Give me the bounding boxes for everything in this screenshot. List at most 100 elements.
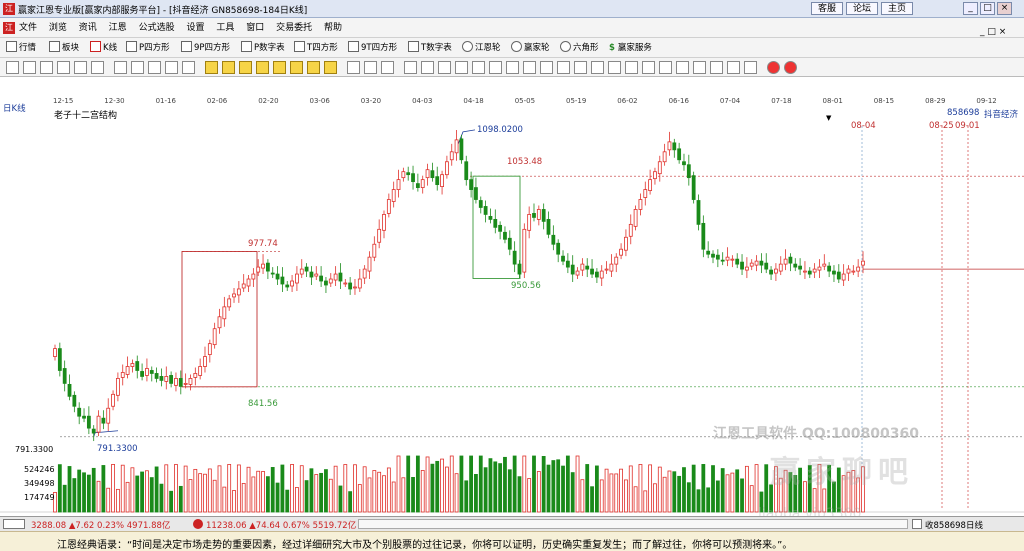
menu-settings[interactable]: 设置 bbox=[186, 18, 204, 38]
cross-tool-icon[interactable] bbox=[74, 61, 87, 74]
chart-icon[interactable] bbox=[523, 61, 536, 74]
tool-t-number-label: T数字表 bbox=[421, 43, 452, 53]
minimize-button[interactable]: _ bbox=[963, 2, 978, 15]
chart-icon[interactable] bbox=[591, 61, 604, 74]
chart-icon[interactable] bbox=[710, 61, 723, 74]
tool-quote[interactable]: 行情 bbox=[6, 41, 36, 55]
line-tool-icon[interactable] bbox=[23, 61, 36, 74]
winner-wheel-icon bbox=[511, 41, 522, 52]
diamond-icon[interactable] bbox=[290, 61, 303, 74]
candle-down bbox=[469, 179, 473, 190]
maximize-button[interactable]: □ bbox=[980, 2, 995, 15]
chart-icon[interactable] bbox=[659, 61, 672, 74]
menu-browse[interactable]: 浏览 bbox=[49, 18, 67, 38]
volume-bar bbox=[628, 465, 633, 513]
tool-service[interactable]: $ 赢家服务 bbox=[609, 41, 652, 55]
candle-up bbox=[372, 243, 377, 258]
diamond-icon[interactable] bbox=[324, 61, 337, 74]
volume-bar bbox=[614, 473, 619, 513]
volume-bar bbox=[111, 464, 115, 513]
menu-info[interactable]: 资讯 bbox=[79, 18, 97, 38]
tool-winner-wheel[interactable]: 赢家轮 bbox=[511, 41, 550, 55]
chart-icon[interactable] bbox=[625, 61, 638, 74]
tool-p-square[interactable]: P四方形 bbox=[126, 41, 170, 55]
close-button[interactable]: × bbox=[997, 2, 1012, 15]
fan-tool-icon[interactable] bbox=[57, 61, 70, 74]
chart-icon[interactable] bbox=[744, 61, 757, 74]
candle-down bbox=[57, 348, 62, 371]
vol-axis-1: 524246 bbox=[24, 465, 55, 474]
chart-icon[interactable] bbox=[676, 61, 689, 74]
color-icon[interactable] bbox=[784, 61, 797, 74]
plus-icon[interactable] bbox=[364, 61, 377, 74]
chart-icon[interactable] bbox=[574, 61, 587, 74]
chart-icon[interactable] bbox=[455, 61, 468, 74]
candle-down bbox=[72, 394, 77, 407]
menu-help[interactable]: 帮助 bbox=[324, 18, 342, 38]
tool-hexagon[interactable]: 六角形 bbox=[560, 41, 599, 55]
nav-button-home[interactable]: 主页 bbox=[881, 2, 914, 15]
arrow-left-icon[interactable] bbox=[131, 61, 144, 74]
tool-gann-wheel[interactable]: 江恩轮 bbox=[462, 41, 501, 55]
nav-button-kefu[interactable]: 客服 bbox=[811, 2, 844, 15]
candle-up bbox=[328, 278, 333, 284]
draw-tool-icon[interactable] bbox=[6, 61, 19, 74]
tool-p-number[interactable]: P数字表 bbox=[241, 41, 285, 55]
window-title: 赢家江恩专业版[赢家内部服务平台] - [抖音经济 GN858698-184日K… bbox=[18, 6, 308, 16]
menu-tools[interactable]: 工具 bbox=[216, 18, 234, 38]
diamond-icon[interactable] bbox=[239, 61, 252, 74]
menu-gann[interactable]: 江恩 bbox=[109, 18, 127, 38]
chart-icon[interactable] bbox=[642, 61, 655, 74]
chart-icon[interactable] bbox=[608, 61, 621, 74]
diamond-icon[interactable] bbox=[222, 61, 235, 74]
dropdown-arrow-icon[interactable]: ▼ bbox=[826, 114, 831, 122]
chart-icon[interactable] bbox=[421, 61, 434, 74]
diamond-icon[interactable] bbox=[256, 61, 269, 74]
chart-icon[interactable] bbox=[404, 61, 417, 74]
text-tool-icon[interactable] bbox=[91, 61, 104, 74]
menu-file[interactable]: 文件 bbox=[19, 18, 37, 38]
menu-formula-select[interactable]: 公式选股 bbox=[139, 18, 175, 38]
chart-icon[interactable] bbox=[693, 61, 706, 74]
prev-icon[interactable] bbox=[165, 61, 178, 74]
tool-kline[interactable]: K线 bbox=[90, 41, 117, 55]
candle-down bbox=[348, 282, 353, 290]
candle-up bbox=[290, 280, 294, 287]
box-tool-icon[interactable] bbox=[40, 61, 53, 74]
candle-up bbox=[183, 382, 188, 385]
tool-9t-square[interactable]: 9T四方形 bbox=[348, 41, 397, 55]
chart-icon[interactable] bbox=[489, 61, 502, 74]
volume-bar bbox=[624, 479, 628, 513]
volume-bar bbox=[594, 465, 599, 513]
candle-up bbox=[261, 263, 265, 269]
chart-icon[interactable] bbox=[506, 61, 519, 74]
status-bar: 3288.08 ▲7.62 0.23% 4971.88亿 11238.06 ▲7… bbox=[0, 516, 1024, 531]
tool-t-square[interactable]: T四方形 bbox=[294, 41, 338, 55]
diamond-icon[interactable] bbox=[307, 61, 320, 74]
candle-down bbox=[759, 260, 764, 266]
volume-bar bbox=[227, 464, 232, 513]
arrow-right-icon[interactable] bbox=[148, 61, 161, 74]
menu-window[interactable]: 窗口 bbox=[246, 18, 264, 38]
tool-t-number[interactable]: T数字表 bbox=[408, 41, 452, 55]
volume-bar bbox=[120, 464, 125, 513]
nav-button-forum[interactable]: 论坛 bbox=[846, 2, 879, 15]
cursor-icon[interactable] bbox=[381, 61, 394, 74]
flag-icon[interactable] bbox=[114, 61, 127, 74]
chart-icon[interactable] bbox=[727, 61, 740, 74]
color-icon[interactable] bbox=[767, 61, 780, 74]
chart-icon[interactable] bbox=[438, 61, 451, 74]
menu-trade[interactable]: 交易委托 bbox=[276, 18, 312, 38]
chart-icon[interactable] bbox=[472, 61, 485, 74]
next-icon[interactable] bbox=[182, 61, 195, 74]
price-label-box1-bottom: 841.56 bbox=[248, 399, 278, 409]
chart-icon[interactable] bbox=[540, 61, 553, 74]
diamond-icon[interactable] bbox=[205, 61, 218, 74]
hand-icon[interactable] bbox=[347, 61, 360, 74]
status-scrollbar[interactable] bbox=[358, 519, 908, 529]
volume-bar bbox=[411, 476, 415, 513]
chart-icon[interactable] bbox=[557, 61, 570, 74]
diamond-icon[interactable] bbox=[273, 61, 286, 74]
tool-9p-square[interactable]: 9P四方形 bbox=[181, 41, 230, 55]
tool-sector[interactable]: 板块 bbox=[49, 41, 79, 55]
